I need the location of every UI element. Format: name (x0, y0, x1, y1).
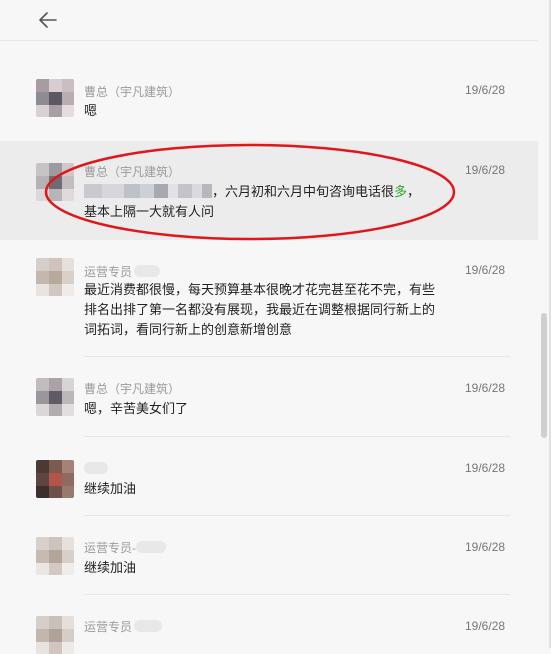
message-time: 19/6/28 (465, 619, 506, 633)
sender-name-text: 曹总（宇凡建筑） (84, 164, 181, 179)
sender-name: 运营专员- (84, 539, 166, 555)
avatar[interactable] (36, 616, 74, 654)
message-item: 运营专员- 19/6/28 继续加油 (0, 525, 538, 600)
avatar[interactable] (36, 79, 74, 117)
message-time: 19/6/28 (465, 540, 506, 554)
sender-name-text: 运营专员 (84, 619, 133, 634)
sender-name-text: 曹总（宇凡建筑） (84, 381, 181, 396)
avatar[interactable] (36, 258, 74, 296)
message-item: 曹总（宇凡建筑） 19/6/28 嗯，辛苦美女们了 (0, 366, 538, 446)
message-text-part1: ，六月初和六月中旬咨询电话很 (212, 184, 395, 199)
message-item: 曹总（宇凡建筑） 19/6/28 嗯 (0, 69, 538, 139)
message-time: 19/6/28 (465, 83, 506, 97)
message-text: 继续加油 (84, 481, 137, 496)
chat-message-list[interactable]: 曹总（宇凡建筑） 19/6/28 嗯 曹总（宇凡建筑） 19/6/28 ，六月初… (0, 41, 551, 654)
sender-name: 运营专员 (84, 618, 163, 634)
sender-name (84, 460, 108, 476)
message-text: 最近消费都很慢，每天预算基本很晚才花完甚至花不完，有些排名出排了第一名都没有展现… (84, 282, 436, 337)
message-divider (84, 356, 510, 357)
message-text: ，六月初和六月中旬咨询电话很多， 基本上隔一大就有人问 (84, 182, 454, 222)
message-text-green: 多 (394, 184, 408, 199)
avatar[interactable] (36, 163, 74, 201)
scrollbar-thumb[interactable] (541, 313, 547, 438)
sender-name: 曹总（宇凡建筑） (84, 380, 180, 396)
avatar[interactable] (36, 460, 74, 498)
arrow-left-icon (39, 12, 57, 28)
message-time: 19/6/28 (465, 263, 506, 277)
message-item: 运营专员 19/6/28 (0, 604, 538, 654)
chat-header (0, 0, 551, 41)
message-item: 19/6/28 继续加油 (0, 446, 538, 521)
message-text-line2: 基本上隔一大就有人问 (84, 204, 215, 219)
message-divider (84, 515, 510, 516)
message-divider (84, 594, 510, 595)
message-text: 嗯 (84, 103, 98, 118)
back-button[interactable] (36, 8, 60, 32)
message-text-part2: ， (407, 184, 421, 199)
message-divider (84, 436, 510, 437)
avatar[interactable] (36, 378, 74, 416)
sender-name: 曹总（宇凡建筑） (84, 163, 180, 179)
message-time: 19/6/28 (465, 461, 506, 475)
message-text: 嗯，辛苦美女们了 (84, 401, 189, 416)
sender-name-text: 运营专员 (84, 264, 133, 279)
message-item: 运营专员 19/6/28 最近消费都很慢，每天预算基本很晚才花完甚至花不完，有些… (0, 246, 538, 366)
message-time: 19/6/28 (465, 163, 506, 177)
message-item-highlighted: 曹总（宇凡建筑） 19/6/28 ，六月初和六月中旬咨询电话很多， 基本上隔一大… (0, 141, 538, 240)
sender-name-text: 运营专员- (84, 540, 136, 555)
sender-name: 运营专员 (84, 263, 161, 279)
message-time: 19/6/28 (465, 381, 506, 395)
sender-name-text: 曹总（宇凡建筑） (84, 84, 181, 99)
sender-name: 曹总（宇凡建筑） (84, 83, 180, 99)
redacted-text (84, 184, 212, 198)
message-text: 继续加油 (84, 560, 137, 575)
avatar[interactable] (36, 537, 74, 575)
